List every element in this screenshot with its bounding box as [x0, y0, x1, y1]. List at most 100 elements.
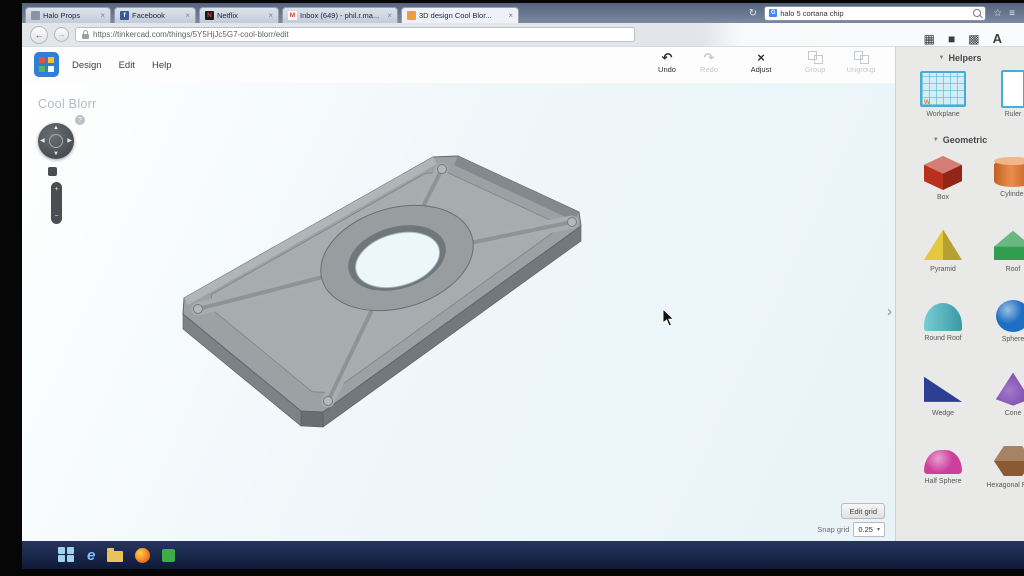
shape-wedge[interactable]: Wedge: [908, 367, 978, 439]
shape-label: Roof: [1005, 266, 1021, 273]
helpers-section-header[interactable]: ▼ Helpers: [896, 47, 1024, 69]
search-input[interactable]: [780, 8, 971, 18]
undo-button[interactable]: ↶ Undo: [644, 50, 690, 74]
windows-taskbar: e: [22, 541, 1024, 569]
tab-close-icon[interactable]: ×: [508, 11, 513, 20]
tab-label: Facebook: [132, 11, 165, 20]
ungroup-label: Ungroup: [846, 65, 876, 74]
design-canvas[interactable]: Cool Blorr ? ▲ ▼ ◀ ▶ + − › Edit grid Sna…: [22, 83, 895, 541]
monitor-photo: Halo Props × f Facebook × N Netflix × M …: [0, 0, 1024, 576]
bookmark-star-icon[interactable]: ☆: [993, 8, 1002, 19]
file-explorer-icon[interactable]: [107, 548, 124, 562]
geometric-section-header[interactable]: ▼ Geometric: [896, 129, 1024, 151]
browser-search-box[interactable]: G: [764, 5, 987, 21]
shape-label: Pyramid: [930, 266, 956, 273]
undo-icon: ↶: [661, 50, 673, 65]
address-bar[interactable]: [75, 27, 635, 42]
tab-inbox[interactable]: M Inbox (649) - phil.r.ma... ×: [282, 7, 398, 23]
ungroup-button[interactable]: Ungroup: [838, 50, 884, 74]
tab-close-icon[interactable]: ×: [387, 11, 392, 20]
home-view-button[interactable]: [48, 167, 57, 176]
zoom-control[interactable]: + −: [51, 182, 62, 224]
shape-box[interactable]: Box: [908, 151, 978, 223]
bricks-view-icon[interactable]: ▩: [968, 32, 979, 46]
orbit-right-icon[interactable]: ▶: [67, 138, 72, 144]
group-button[interactable]: Group: [792, 50, 838, 74]
workplane-icon: [920, 71, 966, 107]
wedge-shape-icon: [924, 376, 962, 402]
menu-help[interactable]: Help: [152, 60, 172, 71]
grid-view-icon[interactable]: ▦: [924, 32, 935, 46]
tab-favicon: [31, 11, 40, 20]
tab-label: Inbox (649) - phil.r.ma...: [300, 11, 380, 20]
redo-icon: ↷: [703, 50, 715, 65]
tab-close-icon[interactable]: ×: [100, 11, 105, 20]
zoom-out-icon[interactable]: −: [54, 213, 58, 220]
start-button[interactable]: [58, 546, 75, 564]
design-title: Cool Blorr: [38, 97, 97, 111]
orbit-up-icon[interactable]: ▲: [53, 125, 59, 131]
adjust-button[interactable]: × Adjust: [738, 50, 784, 74]
shape-sphere[interactable]: Sphere: [978, 295, 1024, 367]
shape-label: Hexagonal Prism: [986, 482, 1024, 489]
shape-label: Half Sphere: [924, 478, 962, 485]
menu-design[interactable]: Design: [72, 60, 102, 71]
snap-grid-value: 0.25: [858, 525, 873, 534]
model-3d[interactable]: [122, 103, 622, 433]
tab-facebook[interactable]: f Facebook ×: [114, 7, 196, 23]
group-icon: [807, 51, 823, 64]
shape-label: Cone: [1004, 410, 1022, 417]
internet-explorer-icon[interactable]: e: [87, 548, 95, 563]
shapes-sidebar: ▼ Helpers Workplane Ruler ▼ Geometric: [895, 47, 1024, 541]
shape-label: Box: [936, 194, 950, 201]
browser-menu-icon[interactable]: ≡: [1009, 8, 1015, 19]
url-input[interactable]: [93, 30, 628, 39]
reload-icon[interactable]: ↻: [749, 8, 757, 19]
tab-close-icon[interactable]: ×: [268, 11, 273, 20]
shapes-grid: Box Cylinder Pyramid Roof Round Roof Sph…: [896, 151, 1024, 511]
shape-half-sphere[interactable]: Half Sphere: [908, 439, 978, 511]
ungroup-icon: [853, 51, 869, 64]
firefox-icon[interactable]: [135, 547, 151, 563]
sphere-shape-icon: [996, 300, 1024, 332]
collapse-arrow-icon: ▼: [938, 55, 945, 61]
media-app-icon[interactable]: [162, 548, 176, 562]
tab-halo-props[interactable]: Halo Props ×: [25, 7, 111, 23]
snap-grid-label: Snap grid: [817, 525, 850, 534]
dropdown-icon: ▾: [876, 527, 880, 533]
forward-button[interactable]: →: [54, 27, 69, 42]
help-icon[interactable]: ?: [75, 115, 85, 125]
redo-button[interactable]: ↷ Redo: [686, 50, 732, 74]
hexagonal-prism-shape-icon: [994, 446, 1024, 476]
helper-ruler[interactable]: Ruler: [978, 69, 1024, 129]
shape-round-roof[interactable]: Round Roof: [908, 295, 978, 367]
orbit-left-icon[interactable]: ◀: [40, 138, 45, 144]
back-button[interactable]: ←: [30, 25, 48, 44]
browser-navbar: ← → ▦ ■ ▩ A: [22, 23, 1024, 47]
tab-netflix[interactable]: N Netflix ×: [199, 7, 279, 23]
orbit-down-icon[interactable]: ▼: [53, 151, 59, 157]
orbit-control[interactable]: ▲ ▼ ◀ ▶: [38, 123, 74, 159]
shape-pyramid[interactable]: Pyramid: [908, 223, 978, 295]
adjust-label: Adjust: [750, 65, 772, 74]
panel-collapse-chevron[interactable]: ›: [887, 303, 892, 320]
helper-label: Ruler: [1004, 111, 1022, 118]
shape-hexagonal-prism[interactable]: Hexagonal Prism: [978, 439, 1024, 511]
tab-3d-design-active[interactable]: 3D design Cool Blor... ×: [401, 7, 519, 23]
helper-workplane[interactable]: Workplane: [908, 69, 978, 129]
zoom-in-icon[interactable]: +: [54, 186, 58, 193]
tab-close-icon[interactable]: ×: [185, 11, 190, 20]
tab-label: Halo Props: [43, 11, 81, 20]
solid-view-icon[interactable]: ■: [948, 32, 955, 46]
menu-edit[interactable]: Edit: [119, 60, 135, 71]
google-icon: G: [769, 9, 778, 17]
shape-cylinder[interactable]: Cylinder: [978, 151, 1024, 223]
tab-favicon: M: [288, 11, 297, 20]
shape-cone[interactable]: Cone: [978, 367, 1024, 439]
search-icon[interactable]: [973, 9, 982, 17]
tinkercad-logo[interactable]: [34, 52, 59, 77]
app-menus: Design Edit Help: [72, 60, 172, 71]
snap-grid-select[interactable]: 0.25 ▾: [853, 522, 885, 537]
edit-grid-button[interactable]: Edit grid: [841, 503, 885, 519]
shape-roof[interactable]: Roof: [978, 223, 1024, 295]
